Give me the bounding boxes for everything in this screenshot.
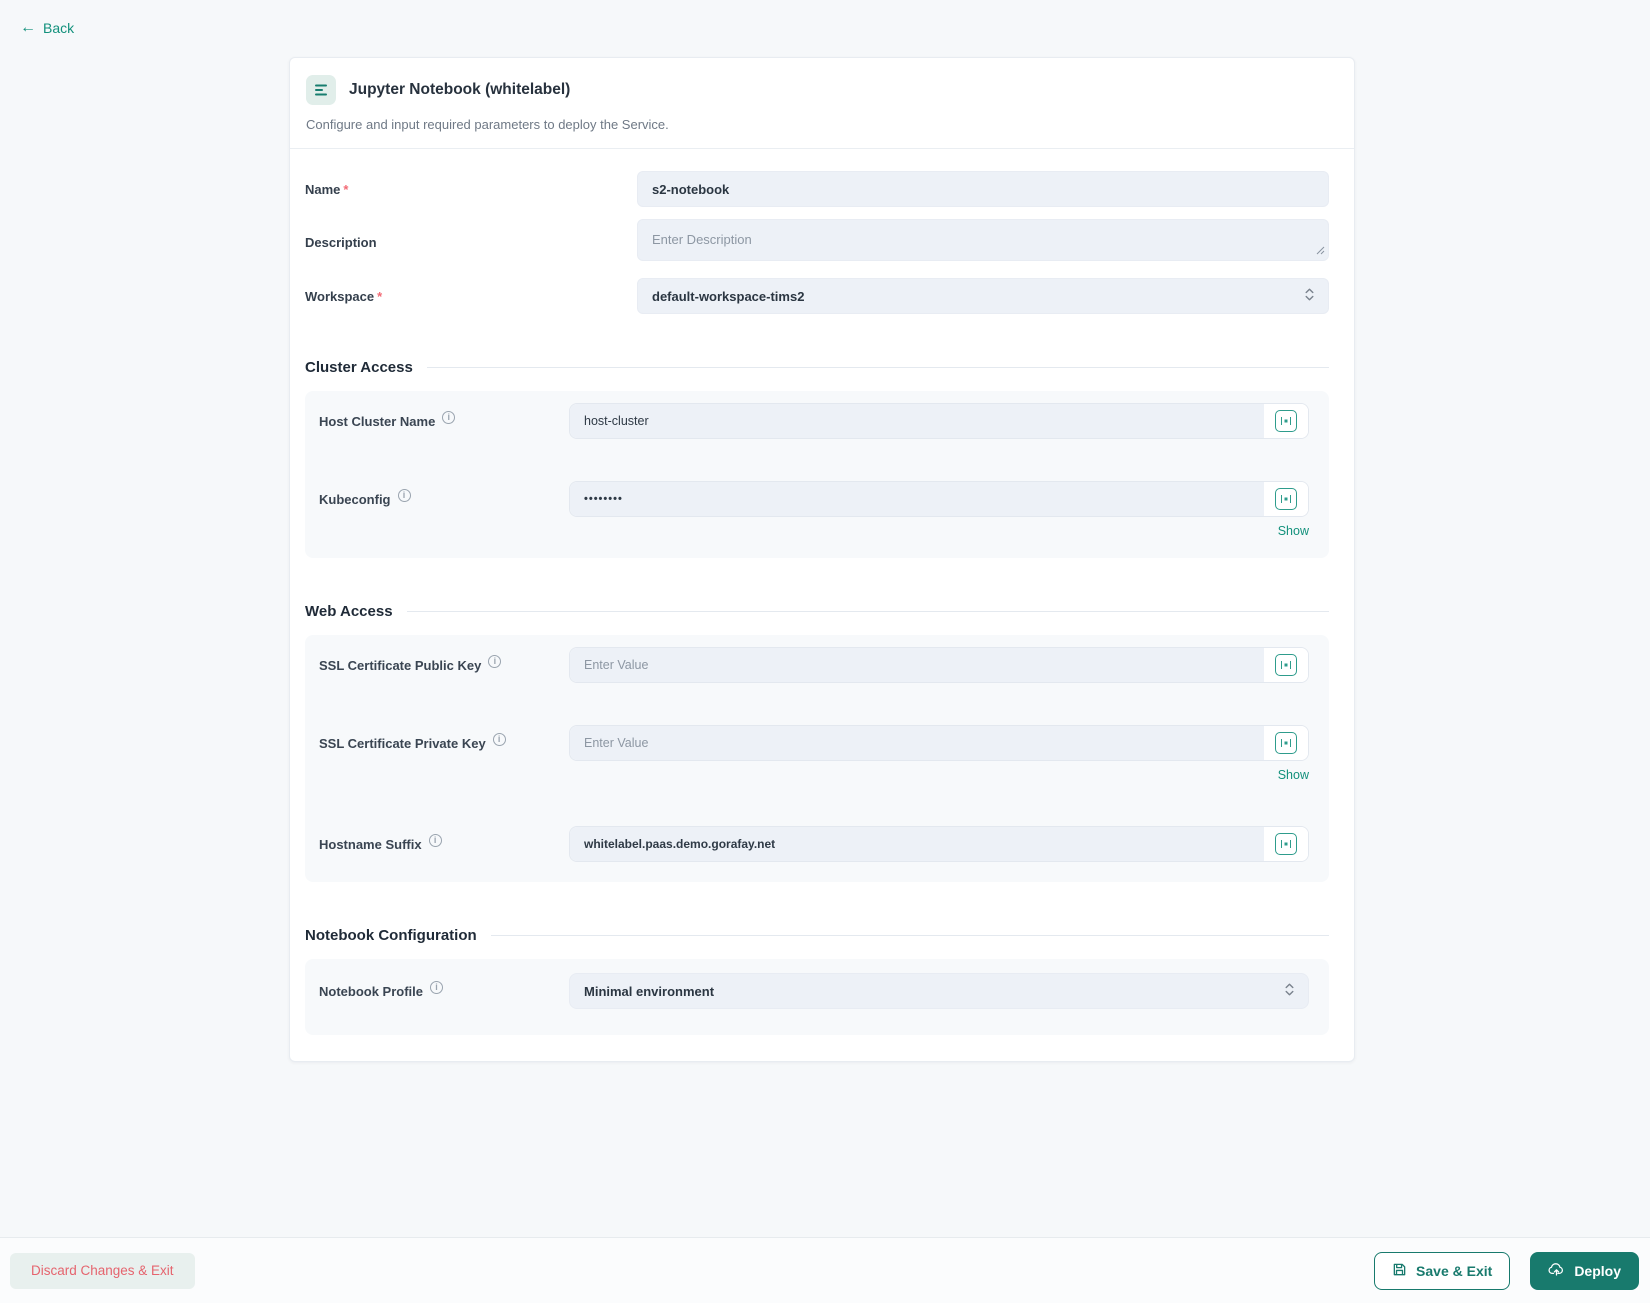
service-lines-icon: [306, 75, 336, 105]
description-input[interactable]: [637, 219, 1329, 261]
section-web-access: Web Access SSL Certificate Public Key i: [305, 603, 1329, 882]
ssl-private-key-input[interactable]: [570, 726, 1264, 760]
host-cluster-name-label: Host Cluster Name i: [319, 410, 569, 429]
notebook-profile-row: Notebook Profile i Minimal environment: [319, 973, 1309, 1009]
section-cluster-access: Cluster Access Host Cluster Name i host-…: [305, 359, 1329, 558]
host-cluster-name-field: [569, 403, 1309, 439]
name-row: Name *: [305, 171, 1329, 207]
expression-square-icon: [1281, 417, 1291, 425]
info-circle-icon[interactable]: i: [442, 410, 456, 424]
ssl-public-key-input[interactable]: [570, 648, 1264, 682]
required-mark: *: [343, 181, 349, 197]
host-cluster-name-input[interactable]: [570, 404, 1264, 438]
description-row: Description: [305, 219, 1329, 266]
page-title: Jupyter Notebook (whitelabel): [349, 81, 571, 98]
info-circle-icon[interactable]: i: [492, 732, 506, 746]
floppy-disk-icon: [1392, 1262, 1407, 1280]
section-title: Web Access: [305, 603, 393, 620]
expression-square-icon: [1281, 661, 1291, 669]
ssl-private-key-field: [569, 725, 1309, 761]
section-divider: [490, 935, 1329, 936]
workspace-row: Workspace * default-workspace-tims2: [305, 278, 1329, 314]
discard-changes-exit-button[interactable]: Discard Changes & Exit: [10, 1252, 195, 1289]
kubeconfig-show-row: Show: [319, 524, 1309, 538]
workspace-select-value: default-workspace-tims2: [652, 288, 805, 304]
footer-action-bar: Discard Changes & Exit Save & Exit Deplo: [0, 1237, 1650, 1303]
ssl-public-key-row: SSL Certificate Public Key i: [319, 647, 1309, 683]
info-circle-icon[interactable]: i: [488, 654, 502, 668]
notebook-profile-select[interactable]: Minimal environment: [569, 973, 1309, 1009]
expression-square-icon: [1281, 739, 1291, 747]
arrow-left-icon: ←: [20, 19, 36, 36]
kubeconfig-input[interactable]: [570, 482, 1264, 516]
cloud-upload-icon: [1548, 1262, 1565, 1280]
deploy-button[interactable]: Deploy: [1530, 1251, 1639, 1290]
name-label: Name *: [305, 181, 349, 197]
resize-handle-icon[interactable]: [1316, 242, 1325, 260]
info-circle-icon[interactable]: i: [397, 488, 411, 502]
section-panel: Host Cluster Name i Kubecon: [305, 391, 1329, 558]
expression-button[interactable]: [1275, 732, 1297, 754]
back-link-label: Back: [43, 20, 75, 36]
kubeconfig-row: Kubeconfig i: [319, 481, 1309, 517]
section-title: Cluster Access: [305, 359, 413, 376]
ssl-private-key-show-link[interactable]: Show: [569, 768, 1309, 782]
section-divider: [426, 367, 1329, 368]
ssl-private-key-row: SSL Certificate Private Key i: [319, 725, 1309, 761]
hostname-suffix-row: Hostname Suffix i: [319, 826, 1309, 862]
expression-square-icon: [1281, 840, 1291, 848]
section-divider: [406, 611, 1329, 612]
host-cluster-name-row: Host Cluster Name i: [319, 403, 1309, 439]
expression-square-icon: [1281, 495, 1291, 503]
back-link[interactable]: ← Back: [20, 19, 75, 37]
kubeconfig-field: [569, 481, 1309, 517]
workspace-select[interactable]: default-workspace-tims2: [637, 278, 1329, 314]
hostname-suffix-input[interactable]: [570, 827, 1264, 861]
expression-button[interactable]: [1275, 488, 1297, 510]
notebook-profile-label: Notebook Profile i: [319, 980, 569, 999]
expression-button[interactable]: [1275, 654, 1297, 676]
description-label: Description: [305, 235, 377, 250]
chevron-up-down-icon: [1284, 982, 1295, 1001]
required-mark: *: [377, 288, 383, 304]
ssl-public-key-field: [569, 647, 1309, 683]
card-body: Name* Description Workspace* default-wor…: [290, 149, 1354, 1061]
save-exit-button[interactable]: Save & Exit: [1374, 1251, 1511, 1290]
info-circle-icon[interactable]: i: [430, 980, 444, 994]
workspace-label: Workspace *: [305, 288, 383, 304]
ssl-public-key-label: SSL Certificate Public Key i: [319, 654, 569, 673]
hostname-suffix-label: Hostname Suffix i: [319, 833, 569, 852]
card-header: Jupyter Notebook (whitelabel) Configure …: [290, 58, 1354, 149]
ssl-private-key-show-row: Show: [319, 768, 1309, 782]
name-input[interactable]: [637, 171, 1329, 207]
info-circle-icon[interactable]: i: [428, 833, 442, 847]
section-panel: Notebook Profile i Minimal environment: [305, 959, 1329, 1035]
expression-button[interactable]: [1275, 833, 1297, 855]
kubeconfig-show-link[interactable]: Show: [569, 524, 1309, 538]
service-config-card: Jupyter Notebook (whitelabel) Configure …: [289, 57, 1355, 1062]
section-notebook-configuration: Notebook Configuration Notebook Profile …: [305, 927, 1329, 1035]
ssl-private-key-label: SSL Certificate Private Key i: [319, 732, 569, 751]
expression-button[interactable]: [1275, 410, 1297, 432]
chevron-up-down-icon: [1304, 287, 1315, 306]
section-panel: SSL Certificate Public Key i Enter Value…: [305, 635, 1329, 882]
kubeconfig-label: Kubeconfig i: [319, 488, 569, 507]
page-subtitle: Configure and input required parameters …: [306, 117, 669, 132]
hostname-suffix-field: [569, 826, 1309, 862]
section-title: Notebook Configuration: [305, 927, 477, 944]
notebook-profile-select-value: Minimal environment: [584, 983, 715, 999]
